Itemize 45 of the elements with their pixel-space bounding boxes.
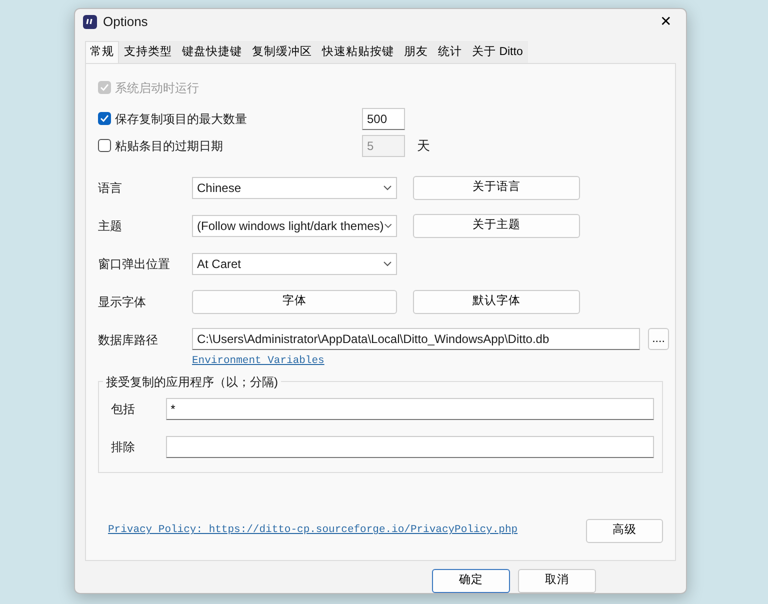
chevron-down-icon [383,185,392,192]
about-button[interactable]: 关于主题 [413,214,580,238]
group-title: 接受复制的应用程序（以；分隔) [103,373,281,392]
window-title: Options [103,13,148,32]
tab[interactable]: 键盘快捷键 [177,40,247,64]
tab[interactable]: 复制缓冲区 [247,40,317,64]
dropdown[interactable]: (Follow windows light/dark themes) [192,215,397,238]
checkbox[interactable] [98,139,111,152]
text-field[interactable]: * [166,398,654,420]
dialog-button[interactable]: 取消 [518,569,596,593]
text-field[interactable] [166,436,654,458]
tab[interactable]: 快速粘贴按键 [317,40,399,64]
font-button[interactable]: 字体 [192,290,397,314]
field-label: 排除 [111,439,136,456]
setting-label: 显示字体 [98,294,147,312]
tab[interactable]: 常规 [85,40,119,64]
tab[interactable]: 支持类型 [119,40,177,64]
setting-label: 数据库路径 [98,332,159,350]
environment-variables-link[interactable]: Environment Variables [192,354,324,370]
checkbox[interactable] [98,112,111,126]
close-button[interactable]: ✕ [654,11,678,32]
privacy-policy-link[interactable]: Privacy Policy: https://ditto-cp.sourceforge.io/PrivacyPolicy.php [108,523,518,539]
tab[interactable]: 朋友 [399,40,433,64]
setting-label: 语言 [98,180,123,198]
checkbox-label: 系统启动时运行 [115,80,200,97]
number-field[interactable]: 500 [362,108,405,130]
app-logo-icon [83,14,97,29]
chevron-down-icon [383,261,392,268]
about-button[interactable]: 关于语言 [413,176,580,200]
tab[interactable]: 关于 Ditto [467,40,528,64]
chevron-down-icon [384,223,392,230]
default-font-button[interactable]: 默认字体 [413,290,580,314]
dropdown[interactable]: Chinese [192,177,397,200]
tab[interactable]: 统计 [433,40,467,64]
advanced-button[interactable]: 高级 [586,519,663,544]
browse-button[interactable]: .... [648,328,669,350]
setting-label: 主题 [98,218,123,236]
field-label: 包括 [111,401,136,418]
dropdown[interactable]: At Caret [192,253,397,276]
checkbox-label: 粘贴条目的过期日期 [115,138,224,155]
setting-label: 窗口弹出位置 [98,256,171,274]
path-field[interactable]: C:\Users\Administrator\AppData\Local\Ditto_WindowsApp\Ditto.db [192,328,640,350]
dialog-button[interactable]: 确定 [432,569,510,593]
checkbox-label: 保存复制项目的最大数量 [115,110,248,128]
unit-label: 天 [417,136,430,155]
